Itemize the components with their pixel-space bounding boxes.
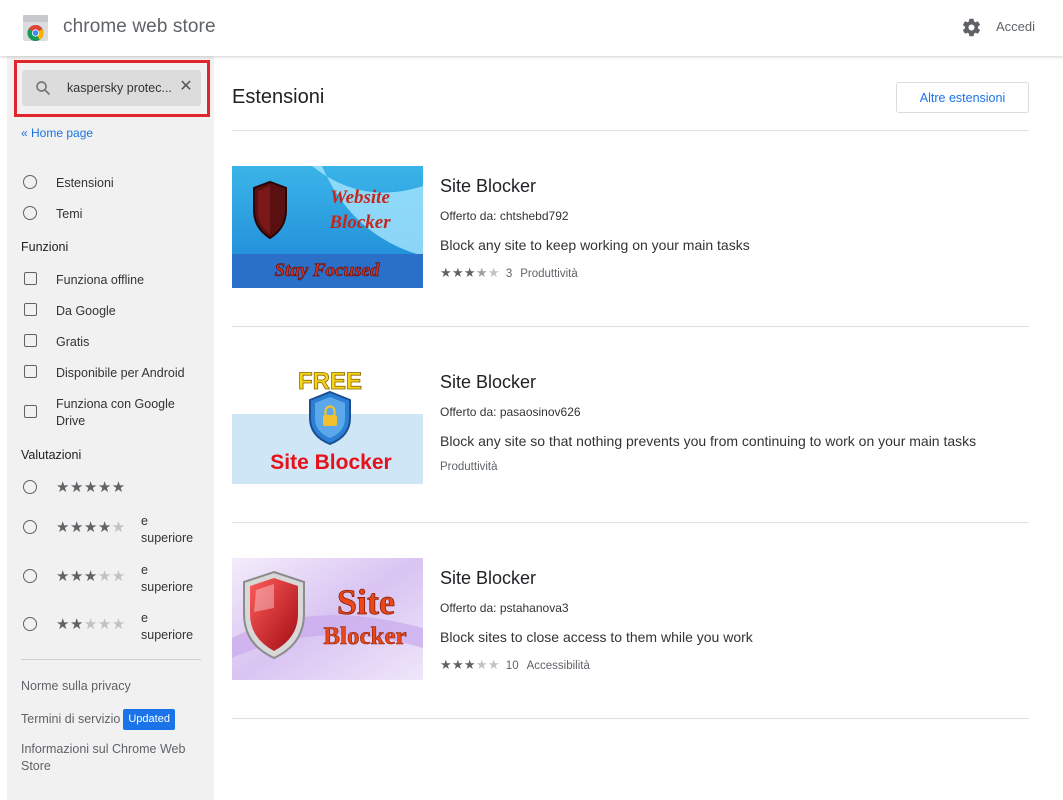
filter-label-line1: Funziona con Google bbox=[56, 397, 175, 411]
extension-category: Accessibilità bbox=[526, 660, 590, 672]
radio-button[interactable] bbox=[23, 520, 37, 534]
filter-label-line2: Drive bbox=[56, 414, 86, 428]
extension-publisher: Offerto da: pasaosinov626 bbox=[440, 405, 581, 419]
extension-publisher: Offerto da: pstahanova3 bbox=[440, 601, 569, 615]
filter-label: Gratis bbox=[56, 335, 90, 349]
rating-stars: ★★★★★ bbox=[56, 616, 126, 633]
extension-title[interactable]: Site Blocker bbox=[440, 176, 536, 197]
extension-publisher: Offerto da: chtshebd792 bbox=[440, 209, 569, 223]
search-input[interactable] bbox=[67, 79, 175, 97]
search-box[interactable]: ✕ bbox=[22, 70, 201, 106]
thumb-text-website: Website bbox=[330, 187, 390, 208]
filter-label: Da Google bbox=[56, 304, 116, 318]
rating-stars: ★★★★★ bbox=[56, 519, 126, 536]
rating-suffix: e superiore bbox=[141, 611, 194, 642]
divider bbox=[232, 326, 1029, 327]
gear-icon[interactable] bbox=[961, 17, 982, 38]
rating-suffix: e superiore bbox=[141, 563, 194, 594]
radio-button[interactable] bbox=[23, 206, 37, 220]
about-link[interactable]: Informazioni sul Chrome Web Store bbox=[21, 741, 185, 775]
privacy-link[interactable]: Norme sulla privacy bbox=[21, 678, 131, 695]
radio-button[interactable] bbox=[23, 480, 37, 494]
rating-count: 3 bbox=[505, 268, 513, 280]
rating-stars: ★★★★★ bbox=[56, 568, 126, 585]
divider bbox=[232, 522, 1029, 523]
extension-category: Produttività bbox=[440, 461, 498, 473]
ratings-heading: Valutazioni bbox=[21, 448, 82, 462]
radio-button[interactable] bbox=[23, 617, 37, 631]
filter-label: Estensioni bbox=[56, 176, 114, 190]
extension-title[interactable]: Site Blocker bbox=[440, 372, 536, 393]
features-heading: Funzioni bbox=[21, 240, 69, 254]
thumb-text-site: Site bbox=[337, 582, 395, 622]
sidebar-divider bbox=[21, 659, 201, 660]
radio-button[interactable] bbox=[23, 175, 37, 189]
rating-count: 10 bbox=[505, 660, 519, 672]
more-extensions-button[interactable]: Altre estensioni bbox=[896, 82, 1029, 113]
page-title: Estensioni bbox=[232, 86, 325, 108]
terms-link[interactable]: Termini di servizio Updated bbox=[21, 709, 175, 730]
extension-thumbnail[interactable]: FREE Site Blocker bbox=[232, 362, 423, 484]
thumb-text-stay-focused: Stay Focused bbox=[274, 260, 380, 281]
checkbox[interactable] bbox=[24, 272, 37, 285]
sidebar: ✕ « Home page Estensioni Temi Funzioni F… bbox=[7, 56, 214, 800]
thumb-text-blocker: Blocker bbox=[323, 623, 406, 650]
chrome-web-store-logo-icon[interactable] bbox=[22, 15, 49, 42]
app-name[interactable]: chrome web store bbox=[63, 16, 216, 38]
extension-item[interactable]: Website Blocker Stay Focused Site Blocke… bbox=[232, 166, 1029, 289]
extension-title[interactable]: Site Blocker bbox=[440, 568, 536, 589]
extension-thumbnail[interactable]: Site Blocker bbox=[232, 558, 423, 680]
rating-stars: ★★★★★ bbox=[440, 265, 500, 280]
checkbox[interactable] bbox=[24, 365, 37, 378]
extension-meta: Produttività bbox=[440, 461, 498, 473]
extension-thumbnail[interactable]: Website Blocker Stay Focused bbox=[232, 166, 423, 288]
rating-stars: ★★★★★ bbox=[440, 657, 500, 672]
filter-label: Temi bbox=[56, 207, 83, 221]
updated-badge: Updated bbox=[123, 709, 175, 730]
extension-description: Block sites to close access to them whil… bbox=[440, 629, 753, 645]
thumb-text-blocker: Blocker bbox=[328, 212, 391, 233]
filter-label: Funziona con Google Drive bbox=[56, 396, 175, 430]
extension-description: Block any site to keep working on your m… bbox=[440, 237, 750, 253]
extension-item[interactable]: Site Blocker Site Blocker Offerto da: ps… bbox=[232, 558, 1029, 681]
divider bbox=[232, 130, 1029, 131]
divider bbox=[232, 718, 1029, 719]
search-icon bbox=[36, 81, 50, 95]
filter-label: Disponibile per Android bbox=[56, 366, 185, 380]
extension-category: Produttività bbox=[520, 268, 578, 280]
extension-meta: ★★★★★ 3 Produttività bbox=[440, 265, 578, 281]
checkbox[interactable] bbox=[24, 405, 37, 418]
top-bar: chrome web store Accedi bbox=[0, 0, 1063, 56]
checkbox[interactable] bbox=[24, 303, 37, 316]
thumb-text-site-blocker: Site Blocker bbox=[270, 451, 391, 474]
rating-suffix: e superiore bbox=[141, 514, 194, 545]
close-icon[interactable]: ✕ bbox=[177, 78, 195, 96]
home-page-link[interactable]: « Home page bbox=[21, 126, 93, 140]
filter-label: Funziona offline bbox=[56, 273, 145, 287]
terms-label[interactable]: Termini di servizio bbox=[21, 712, 120, 726]
extension-description: Block any site so that nothing prevents … bbox=[440, 433, 977, 449]
radio-button[interactable] bbox=[23, 569, 37, 583]
rating-stars: ★★★★★ bbox=[56, 479, 126, 496]
signin-link[interactable]: Accedi bbox=[996, 19, 1035, 34]
checkbox[interactable] bbox=[24, 334, 37, 347]
extension-meta: ★★★★★ 10 Accessibilità bbox=[440, 657, 590, 673]
extension-item[interactable]: FREE Site Blocker Site Blocker Offerto d… bbox=[232, 362, 1029, 485]
